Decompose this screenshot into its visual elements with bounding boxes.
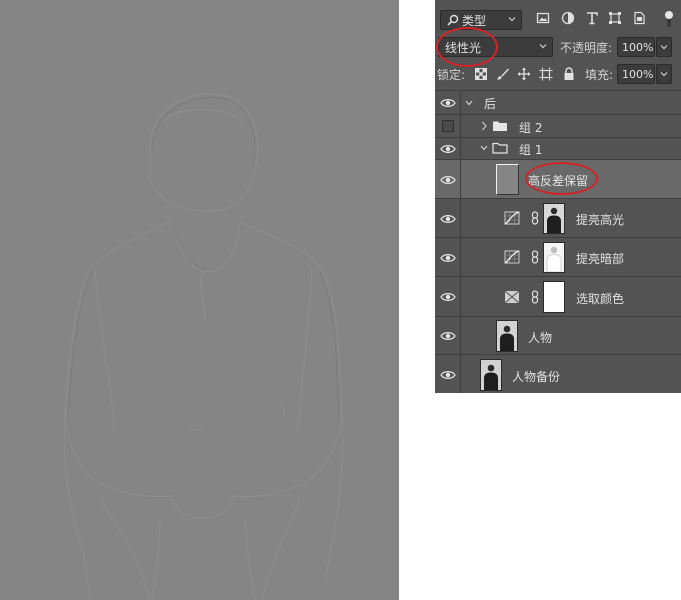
curves-adjustment-icon [504, 250, 520, 264]
layer-row-brighten-shadows[interactable]: 提亮暗部 [435, 237, 681, 276]
visibility-column [435, 138, 461, 159]
layer-mask-thumbnail [543, 242, 565, 273]
eye-icon[interactable] [440, 331, 456, 341]
layer-row-person[interactable]: 人物 [435, 316, 681, 354]
layer-name: 提亮暗部 [576, 252, 625, 266]
curves-adjustment-icon [504, 211, 520, 225]
eye-icon[interactable] [440, 144, 456, 154]
layer-thumbnail [496, 164, 519, 195]
annotation-circle-high-pass [525, 162, 598, 195]
lock-position-icon[interactable] [517, 67, 531, 81]
layer-mask-thumbnail [543, 281, 565, 313]
layer-thumbnail [496, 320, 518, 352]
chevron-down-icon [508, 17, 516, 22]
high-pass-image [63, 93, 343, 600]
chevron-down-icon [660, 72, 668, 77]
fill-value: 100% [622, 67, 654, 81]
fill-slider-button[interactable] [656, 64, 672, 84]
layer-name: 组 1 [519, 143, 543, 157]
visibility-column [435, 160, 461, 198]
person-thumbnail-icon [481, 360, 501, 390]
type-filter-icon[interactable] [585, 11, 599, 25]
fill-input[interactable]: 100% [617, 64, 655, 84]
link-icon[interactable] [531, 211, 539, 225]
search-icon [447, 14, 459, 26]
shape-filter-icon[interactable] [608, 11, 622, 25]
folder-icon [493, 121, 507, 131]
image-filter-icon[interactable] [536, 11, 550, 25]
document-canvas[interactable] [0, 0, 399, 600]
layer-row-person-backup[interactable]: 人物备份 [435, 354, 681, 393]
layer-row-group-hou[interactable]: 后 [435, 90, 681, 114]
opacity-slider-button[interactable] [656, 37, 672, 57]
eye-icon[interactable] [440, 214, 456, 224]
visibility-column [435, 115, 461, 137]
open-folder-icon [492, 142, 508, 154]
filter-toggle-switch[interactable] [664, 9, 674, 29]
opacity-input[interactable]: 100% [617, 37, 655, 57]
smart-object-filter-icon[interactable] [632, 11, 646, 25]
eye-icon[interactable] [440, 292, 456, 302]
layers-panel: 类型 线性光 不透明度: 100% 锁定: 填充: 100% 后 组 2 组 1… [435, 0, 681, 393]
eye-icon[interactable] [440, 175, 456, 185]
layer-name: 后 [484, 97, 497, 111]
layer-name: 选取颜色 [576, 292, 625, 306]
layer-name: 人物 [528, 331, 553, 345]
fill-label: 填充: [585, 68, 614, 82]
eye-icon[interactable] [440, 370, 456, 380]
layer-row-group-2[interactable]: 组 2 [435, 114, 681, 137]
layer-name: 提亮高光 [576, 213, 625, 227]
visibility-column [435, 277, 461, 316]
adjustment-filter-icon[interactable] [561, 11, 575, 25]
link-icon[interactable] [531, 290, 539, 304]
eye-icon[interactable] [440, 98, 456, 108]
lock-all-icon[interactable] [562, 67, 576, 81]
lock-label: 锁定: [437, 68, 466, 82]
layer-row-brighten-highlights[interactable]: 提亮高光 [435, 198, 681, 237]
person-mask-thumbnail-icon [544, 243, 564, 273]
person-thumbnail-icon [544, 204, 564, 233]
layer-filter-kind-dropdown[interactable]: 类型 [440, 10, 522, 30]
layer-mask-thumbnail [543, 203, 565, 234]
annotation-circle-blend-mode [436, 27, 498, 67]
lock-transparent-pixels-icon[interactable] [474, 67, 488, 81]
visibility-column [435, 199, 461, 237]
opacity-value: 100% [622, 40, 654, 54]
layer-row-group-1[interactable]: 组 1 [435, 137, 681, 159]
expand-chevron-right-icon[interactable] [480, 121, 488, 131]
hidden-visibility-box[interactable] [442, 120, 454, 132]
visibility-column [435, 317, 461, 354]
expand-chevron-down-icon[interactable] [465, 98, 473, 108]
layer-row-selective-color[interactable]: 选取颜色 [435, 276, 681, 316]
link-icon[interactable] [531, 250, 539, 264]
lock-image-pixels-icon[interactable] [496, 67, 510, 81]
opacity-label: 不透明度: [560, 41, 613, 55]
chevron-down-icon [660, 45, 668, 50]
selective-color-adjustment-icon [504, 290, 520, 304]
chevron-down-icon [539, 44, 547, 49]
expand-chevron-down-icon[interactable] [480, 143, 488, 153]
filter-kind-label: 类型 [462, 13, 487, 28]
person-thumbnail-icon [497, 321, 517, 351]
layer-thumbnail [480, 359, 502, 391]
layer-name: 组 2 [519, 121, 543, 135]
eye-icon[interactable] [440, 253, 456, 263]
visibility-column [435, 355, 461, 393]
visibility-column [435, 238, 461, 276]
layer-name: 人物备份 [512, 370, 561, 384]
lock-artboard-icon[interactable] [539, 67, 553, 81]
visibility-column [435, 91, 461, 114]
